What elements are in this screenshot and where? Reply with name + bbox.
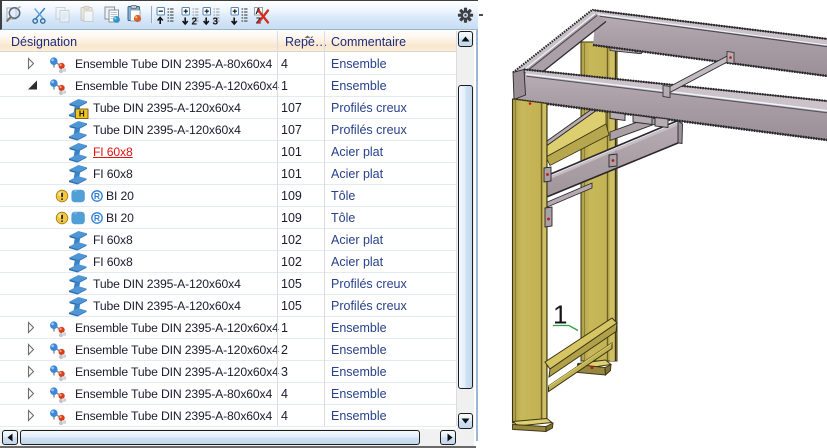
svg-text:H: H	[79, 110, 85, 119]
svg-text:1: 1	[553, 300, 567, 330]
svg-text:2: 2	[192, 17, 198, 28]
svg-text:3: 3	[213, 17, 219, 28]
